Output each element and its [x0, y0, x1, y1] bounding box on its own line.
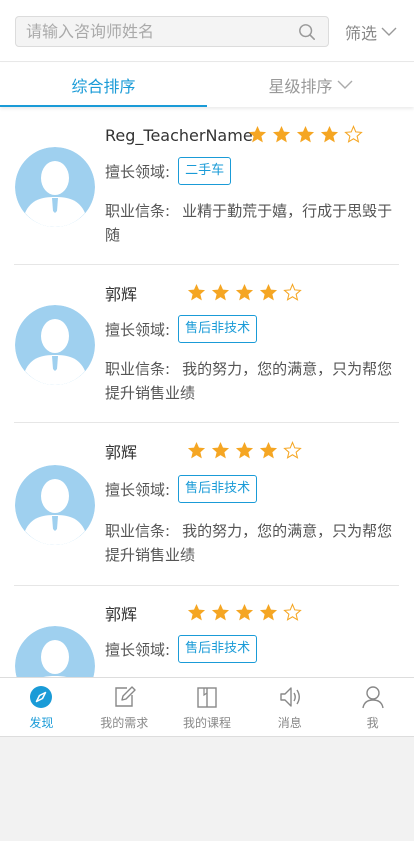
name-row: Reg_TeacherName [105, 121, 253, 149]
name-row: 郭辉 [105, 437, 137, 465]
teacher-info: 郭辉 擅长领域: 售后非技术 职业信条: 我的努力，您的满意，只为帮您提升销售业绩 [105, 279, 400, 419]
chevron-down-icon [381, 27, 397, 36]
teacher-name: Reg_TeacherName [105, 125, 253, 145]
name-row: 郭辉 [105, 599, 137, 627]
motto: 职业信条: 业精于勤荒于嬉，行成于思毁于随 [105, 199, 400, 247]
expertise-tag[interactable]: 售后非技术 [178, 635, 258, 663]
tabbar-item-me[interactable]: 我 [331, 678, 414, 736]
star-empty-icon [283, 441, 302, 459]
star-filled-icon [235, 283, 254, 301]
book-icon [197, 687, 217, 708]
avatar [15, 626, 95, 677]
tabbar-label: 消息 [277, 716, 302, 730]
speaker-icon [280, 687, 300, 707]
star-filled-icon [259, 283, 278, 301]
search-icon[interactable] [298, 23, 316, 41]
star-rating [187, 283, 302, 302]
star-filled-icon [187, 441, 206, 459]
expertise-tag[interactable]: 售后非技术 [178, 315, 258, 343]
tabbar-item-my-needs[interactable]: 我的需求 [83, 678, 166, 736]
teacher-card[interactable]: Reg_TeacherName 擅长领域: 二手车 职业信条: 业精于勤荒于嬉，行… [14, 107, 399, 265]
tab-label: 综合排序 [71, 77, 136, 96]
tabbar-label: 我的课程 [182, 716, 231, 730]
teacher-name: 郭辉 [105, 285, 138, 304]
star-rating [248, 125, 363, 144]
star-filled-icon [211, 603, 230, 621]
tab-star-sort[interactable]: 星级排序 [207, 63, 414, 107]
tabbar-label: 发现 [29, 716, 54, 730]
star-filled-icon [272, 125, 291, 143]
teacher-info: Reg_TeacherName 擅长领域: 二手车 职业信条: 业精于勤荒于嬉，行… [105, 121, 400, 261]
name-row: 郭辉 [105, 279, 137, 307]
tabbar-item-messages[interactable]: 消息 [248, 678, 331, 736]
expertise-row: 擅长领域: 售后非技术 [105, 475, 258, 503]
expertise-tag[interactable]: 售后非技术 [178, 475, 258, 503]
teacher-list: Reg_TeacherName 擅长领域: 二手车 职业信条: 业精于勤荒于嬉，行… [0, 107, 414, 677]
compass-icon [30, 686, 53, 708]
tabbar-label: 我 [366, 716, 379, 730]
tabbar-label: 我的需求 [100, 716, 149, 730]
star-filled-icon [296, 125, 315, 143]
star-filled-icon [235, 441, 254, 459]
motto-label: 职业信条: [105, 522, 171, 540]
star-empty-icon [344, 125, 363, 143]
star-empty-icon [283, 283, 302, 301]
top-bar: 筛选 [0, 0, 414, 62]
teacher-name: 郭辉 [105, 443, 138, 462]
teacher-info: 郭辉 擅长领域: 售后非技术 [105, 599, 400, 677]
filter-button[interactable]: 筛选 [345, 16, 397, 47]
star-filled-icon [259, 603, 278, 621]
expertise-label: 擅长领域: [105, 320, 171, 339]
expertise-label: 擅长领域: [105, 162, 171, 181]
teacher-card[interactable]: 郭辉 擅长领域: 售后非技术 [14, 586, 399, 677]
search-input[interactable] [26, 17, 296, 46]
star-filled-icon [211, 441, 230, 459]
search-box[interactable] [15, 16, 329, 47]
teacher-name: 郭辉 [105, 605, 138, 624]
teacher-card[interactable]: 郭辉 擅长领域: 售后非技术 职业信条: 我的努力，您的满意，只为帮您提升销售业绩 [14, 423, 399, 586]
tab-comprehensive-sort[interactable]: 综合排序 [0, 63, 207, 107]
motto: 职业信条: 我的努力，您的满意，只为帮您提升销售业绩 [105, 519, 400, 567]
teacher-info: 郭辉 擅长领域: 售后非技术 职业信条: 我的努力，您的满意，只为帮您提升销售业绩 [105, 437, 400, 582]
avatar [15, 465, 95, 545]
star-empty-icon [283, 603, 302, 621]
chevron-down-icon [337, 80, 352, 89]
star-filled-icon [235, 603, 254, 621]
filter-label: 筛选 [345, 23, 378, 43]
motto-label: 职业信条: [105, 360, 171, 378]
star-rating [187, 441, 302, 460]
avatar [15, 147, 95, 227]
star-rating [187, 603, 302, 622]
star-filled-icon [187, 283, 206, 301]
expertise-label: 擅长领域: [105, 640, 171, 659]
edit-icon [115, 686, 136, 707]
star-filled-icon [259, 441, 278, 459]
star-filled-icon [187, 603, 206, 621]
sort-tabs: 综合排序 星级排序 [0, 63, 414, 107]
bottom-tab-bar: 发现 我的需求 我的课程 消息 我 [0, 677, 414, 736]
star-filled-icon [320, 125, 339, 143]
expertise-tag[interactable]: 二手车 [178, 157, 232, 185]
avatar [15, 305, 95, 385]
star-filled-icon [248, 125, 267, 143]
app-screen: 筛选 综合排序 星级排序 Reg_TeacherName [0, 0, 414, 736]
expertise-row: 擅长领域: 售后非技术 [105, 315, 258, 343]
expertise-label: 擅长领域: [105, 480, 171, 499]
expertise-row: 擅长领域: 售后非技术 [105, 635, 258, 663]
star-filled-icon [211, 283, 230, 301]
divider [0, 736, 414, 737]
user-icon [361, 686, 384, 709]
tabbar-item-my-courses[interactable]: 我的课程 [166, 678, 249, 736]
motto-label: 职业信条: [105, 202, 171, 220]
teacher-card[interactable]: 郭辉 擅长领域: 售后非技术 职业信条: 我的努力，您的满意，只为帮您提升销售业绩 [14, 265, 399, 423]
tab-label: 星级排序 [268, 77, 333, 96]
motto: 职业信条: 我的努力，您的满意，只为帮您提升销售业绩 [105, 357, 400, 405]
tabbar-item-discover[interactable]: 发现 [0, 678, 83, 736]
active-tab-indicator [0, 105, 207, 107]
expertise-row: 擅长领域: 二手车 [105, 157, 232, 185]
